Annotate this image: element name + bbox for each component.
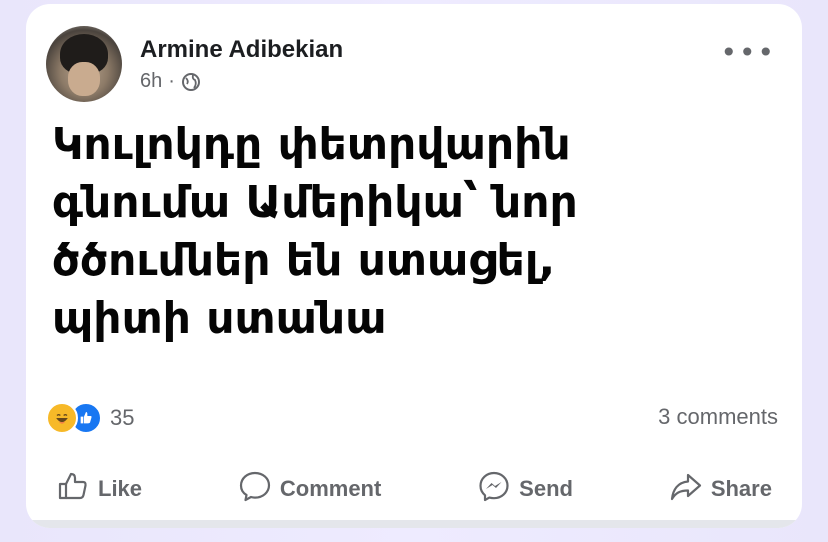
post-text: Կուլոկդը փետրվարին գնումա Ամերիկա՝ նոր ծ… [52, 119, 578, 344]
comment-button[interactable]: Comment [224, 465, 395, 513]
messenger-send-icon [477, 469, 511, 509]
more-icon[interactable]: ••• [720, 39, 776, 67]
post-stats: 35 3 comments [46, 402, 778, 436]
send-button[interactable]: Send [463, 465, 587, 513]
share-icon [669, 469, 703, 509]
globe-icon [181, 72, 201, 92]
reactions-summary[interactable]: 35 [46, 402, 134, 434]
share-label: Share [710, 476, 772, 501]
comment-label: Comment [279, 476, 382, 501]
comments-count[interactable]: 3 comments [658, 404, 778, 430]
post-card: Armine Adibekian 6h · ••• Կուլոկդը փետրվ… [26, 4, 802, 528]
post-header: Armine Adibekian 6h · ••• [46, 26, 782, 106]
avatar[interactable] [46, 26, 122, 102]
meta-separator: · [168, 70, 175, 92]
post-actions: Like Comment Send Share [42, 462, 786, 516]
reaction-count: 35 [110, 405, 135, 430]
haha-reaction-icon [46, 402, 78, 434]
post-time[interactable]: 6h [140, 70, 162, 93]
like-icon [56, 469, 90, 509]
card-bottom-divider [26, 520, 802, 528]
share-button[interactable]: Share [655, 465, 786, 513]
comment-icon [238, 469, 272, 509]
like-button[interactable]: Like [42, 465, 156, 513]
post-meta: 6h · [140, 70, 201, 93]
author-name[interactable]: Armine Adibekian [140, 36, 343, 64]
like-label: Like [98, 476, 143, 501]
send-label: Send [519, 476, 573, 501]
